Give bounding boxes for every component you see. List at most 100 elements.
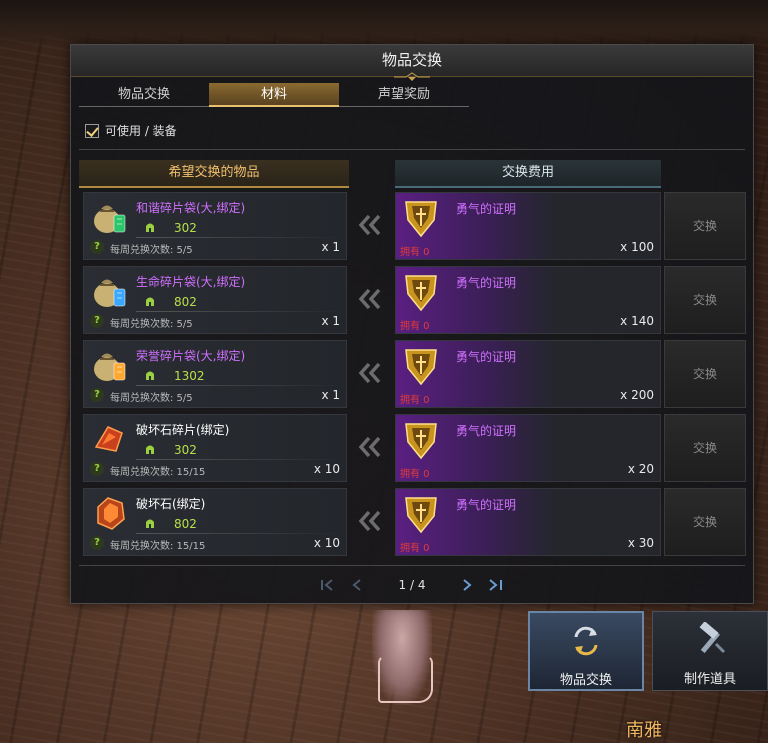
prev-page-button[interactable] — [344, 576, 372, 594]
usable-equip-filter[interactable]: 可使用 / 装备 — [85, 122, 177, 139]
item-quantity: x 1 — [321, 240, 340, 254]
cost-item-slot[interactable]: 勇气的证明 拥有 0 x 20 — [395, 414, 661, 482]
green-shard-bag-icon[interactable] — [90, 197, 130, 237]
divider — [136, 385, 346, 386]
orange-shard-bag-icon[interactable] — [90, 345, 130, 385]
window-title-bar[interactable]: 物品交换 — [71, 45, 753, 81]
item-level-icon — [144, 369, 156, 381]
proof-of-valor-icon[interactable] — [400, 270, 442, 312]
exchange-button[interactable]: 交换 — [664, 340, 746, 408]
proof-of-valor-icon[interactable] — [400, 196, 442, 238]
item-level-icon — [144, 295, 156, 307]
cost-quantity: x 100 — [620, 240, 654, 254]
item-name: 荣誉碎片袋(大,绑定) — [136, 349, 246, 363]
cost-item-name: 勇气的证明 — [456, 350, 517, 364]
item-score: 802 — [174, 517, 197, 531]
exchange-button[interactable]: 交换 — [664, 488, 746, 556]
item-exchange-window: 物品交换 物品交换 材料 声望奖励 可使用 / 装备 希望交换的物品 交换费用 … — [70, 44, 754, 604]
cost-item-slot[interactable]: 勇气的证明 拥有 0 x 140 — [395, 266, 661, 334]
proof-of-valor-icon[interactable] — [400, 418, 442, 460]
help-icon[interactable]: ? — [90, 314, 104, 328]
exchange-button[interactable]: 交换 — [664, 266, 746, 334]
first-page-button[interactable] — [316, 576, 344, 594]
npc-name: 南雅 — [626, 720, 662, 741]
exchange-cost-header: 交换费用 — [395, 160, 661, 188]
blue-shard-bag-icon[interactable] — [90, 271, 130, 311]
destruction-stone-icon[interactable] — [90, 493, 130, 533]
divider — [79, 565, 745, 566]
owned-count: 拥有 0 — [400, 247, 430, 258]
help-icon[interactable]: ? — [90, 240, 104, 254]
cost-item-slot[interactable]: 勇气的证明 拥有 0 x 30 — [395, 488, 661, 556]
next-page-button[interactable] — [452, 576, 480, 594]
weekly-limit: 每周兑换次数: 5/5 — [110, 393, 193, 404]
wanted-item-slot[interactable]: 生命碎片袋(大,绑定) 802 ? 每周兑换次数: 5/5 x 1 — [83, 266, 347, 334]
double-left-arrow-icon — [357, 360, 383, 386]
wanted-item-slot[interactable]: 荣誉碎片袋(大,绑定) 1302 ? 每周兑换次数: 5/5 x 1 — [83, 340, 347, 408]
quick-button-label: 物品交换 — [559, 673, 612, 688]
item-level-icon — [144, 221, 156, 233]
proof-of-valor-icon[interactable] — [400, 344, 442, 386]
cost-item-name: 勇气的证明 — [456, 202, 517, 216]
cost-item-slot[interactable]: 勇气的证明 拥有 0 x 200 — [395, 340, 661, 408]
tab-item-exchange[interactable]: 物品交换 — [79, 83, 209, 107]
craft-items-shortcut-button[interactable]: 制作道具 — [652, 611, 768, 691]
divider — [136, 311, 346, 312]
exchange-row: 和谐碎片袋(大,绑定) 302 ? 每周兑换次数: 5/5 x 1 勇气的证明 … — [71, 192, 755, 260]
window-title: 物品交换 — [381, 51, 442, 69]
cost-quantity: x 140 — [620, 314, 654, 328]
cost-item-slot[interactable]: 勇气的证明 拥有 0 x 100 — [395, 192, 661, 260]
first-page-icon — [321, 579, 333, 591]
double-left-arrow-icon — [357, 212, 383, 238]
item-score: 302 — [174, 443, 197, 457]
divider — [136, 459, 346, 460]
cost-item-name: 勇气的证明 — [456, 498, 517, 512]
wanted-items-header: 希望交换的物品 — [79, 160, 349, 188]
page-indicator: 1 / 4 — [398, 578, 426, 592]
cost-quantity: x 200 — [620, 388, 654, 402]
exchange-button[interactable]: 交换 — [664, 414, 746, 482]
help-icon[interactable]: ? — [90, 536, 104, 550]
help-icon[interactable]: ? — [90, 388, 104, 402]
item-level-icon — [144, 517, 156, 529]
exchange-button[interactable]: 交换 — [664, 192, 746, 260]
item-score: 1302 — [174, 369, 205, 383]
weekly-limit: 每周兑换次数: 5/5 — [110, 245, 193, 256]
owned-count: 拥有 0 — [400, 543, 430, 554]
divider — [79, 149, 745, 150]
owned-count: 拥有 0 — [400, 321, 430, 332]
owned-count: 拥有 0 — [400, 395, 430, 406]
tab-materials[interactable]: 材料 — [209, 83, 339, 107]
wanted-item-slot[interactable]: 破坏石碎片(绑定) 302 ? 每周兑换次数: 15/15 x 10 — [83, 414, 347, 482]
title-ornament-icon — [394, 72, 430, 81]
weekly-limit: 每周兑换次数: 5/5 — [110, 319, 193, 330]
last-page-icon — [489, 579, 502, 591]
tab-bar: 物品交换 材料 声望奖励 — [79, 83, 469, 107]
exchange-row: 荣誉碎片袋(大,绑定) 1302 ? 每周兑换次数: 5/5 x 1 勇气的证明… — [71, 340, 755, 408]
double-left-arrow-icon — [357, 434, 383, 460]
item-exchange-shortcut-button[interactable]: 物品交换 — [528, 611, 644, 691]
pagination: 1 / 4 — [71, 575, 753, 595]
tab-reputation-rewards[interactable]: 声望奖励 — [339, 83, 469, 107]
last-page-button[interactable] — [480, 576, 508, 594]
exchange-row: 破坏石(绑定) 802 ? 每周兑换次数: 15/15 x 10 勇气的证明 拥… — [71, 488, 755, 556]
help-icon[interactable]: ? — [90, 462, 104, 476]
wanted-item-slot[interactable]: 破坏石(绑定) 802 ? 每周兑换次数: 15/15 x 10 — [83, 488, 347, 556]
weekly-limit: 每周兑换次数: 15/15 — [110, 467, 206, 478]
cost-item-name: 勇气的证明 — [456, 424, 517, 438]
destruction-stone-fragment-icon[interactable] — [90, 419, 130, 459]
wanted-item-slot[interactable]: 和谐碎片袋(大,绑定) 302 ? 每周兑换次数: 5/5 x 1 — [83, 192, 347, 260]
item-quantity: x 1 — [321, 388, 340, 402]
next-page-icon — [463, 579, 472, 591]
owned-count: 拥有 0 — [400, 469, 430, 480]
divider — [136, 533, 346, 534]
divider — [136, 237, 346, 238]
exchange-arrows-icon — [574, 626, 598, 656]
proof-of-valor-icon[interactable] — [400, 492, 442, 534]
filter-checkbox[interactable] — [85, 123, 99, 138]
item-quantity: x 10 — [313, 536, 340, 550]
quick-button-label: 制作道具 — [683, 672, 736, 687]
hammer-craft-icon — [699, 622, 726, 654]
cost-item-name: 勇气的证明 — [456, 276, 517, 290]
double-left-arrow-icon — [357, 286, 383, 312]
